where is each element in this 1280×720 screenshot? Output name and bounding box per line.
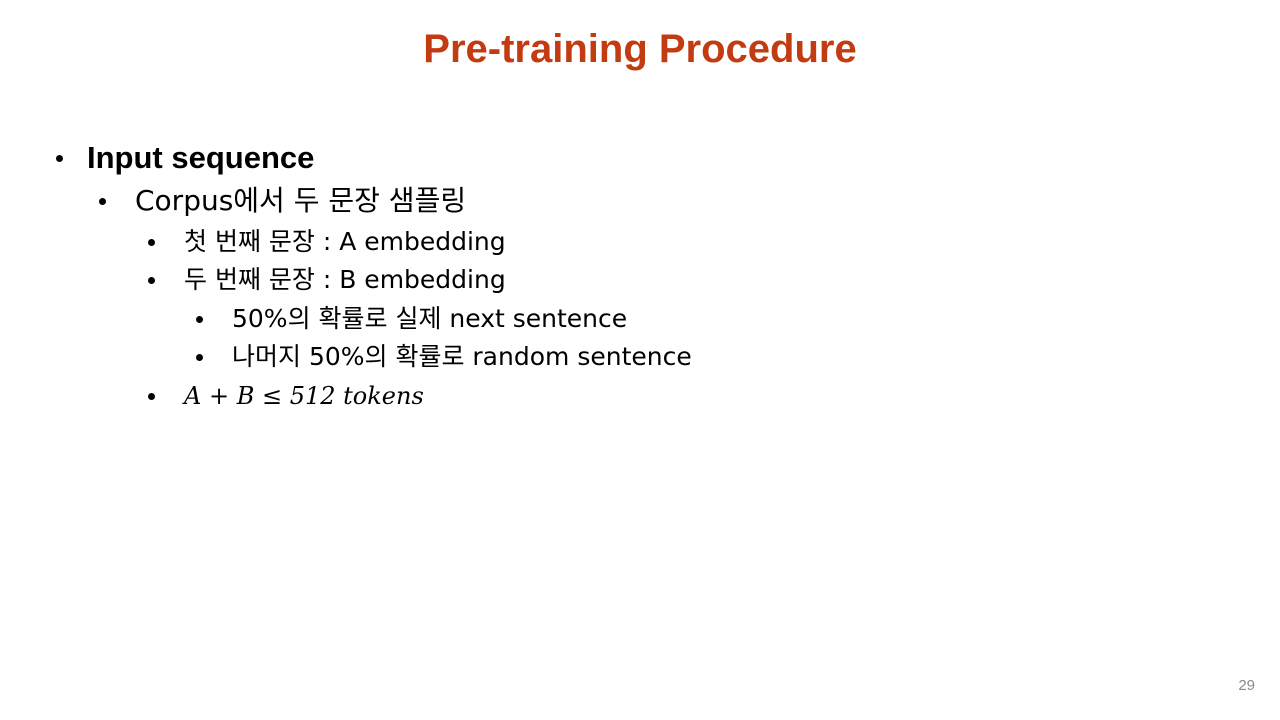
bullet-dot [99,198,106,205]
math-expression: A + B ≤ 512 tokens [184,382,424,410]
bullet-corpus-sampling: Corpus에서 두 문장 샘플링 [99,183,467,219]
bullet-text: Input sequence [87,140,315,175]
slide-title: Pre-training Procedure [423,27,857,71]
bullet-second-sentence: 두 번째 문장 : B embedding [148,264,506,296]
bullet-dot [196,354,203,361]
bullet-dot [148,239,155,246]
bullet-text: 50%의 확률로 실제 next sentence [232,304,628,333]
bullet-text: Corpus에서 두 문장 샘플링 [135,184,467,217]
bullet-text: 나머지 50%의 확률로 random sentence [232,342,692,371]
bullet-dot [56,155,63,162]
bullet-random-sentence: 나머지 50%의 확률로 random sentence [196,341,692,373]
bullet-length-constraint: A + B ≤ 512 tokens [148,380,424,412]
bullet-text: 첫 번째 문장 : A embedding [184,227,506,256]
bullet-dot [148,393,155,400]
page-number: 29 [1238,677,1255,694]
bullet-dot [148,277,155,284]
bullet-input-sequence: Input sequence [56,139,315,177]
bullet-first-sentence: 첫 번째 문장 : A embedding [148,226,506,258]
bullet-text: 두 번째 문장 : B embedding [184,265,506,294]
bullet-dot [196,316,203,323]
bullet-next-sentence: 50%의 확률로 실제 next sentence [196,303,628,335]
